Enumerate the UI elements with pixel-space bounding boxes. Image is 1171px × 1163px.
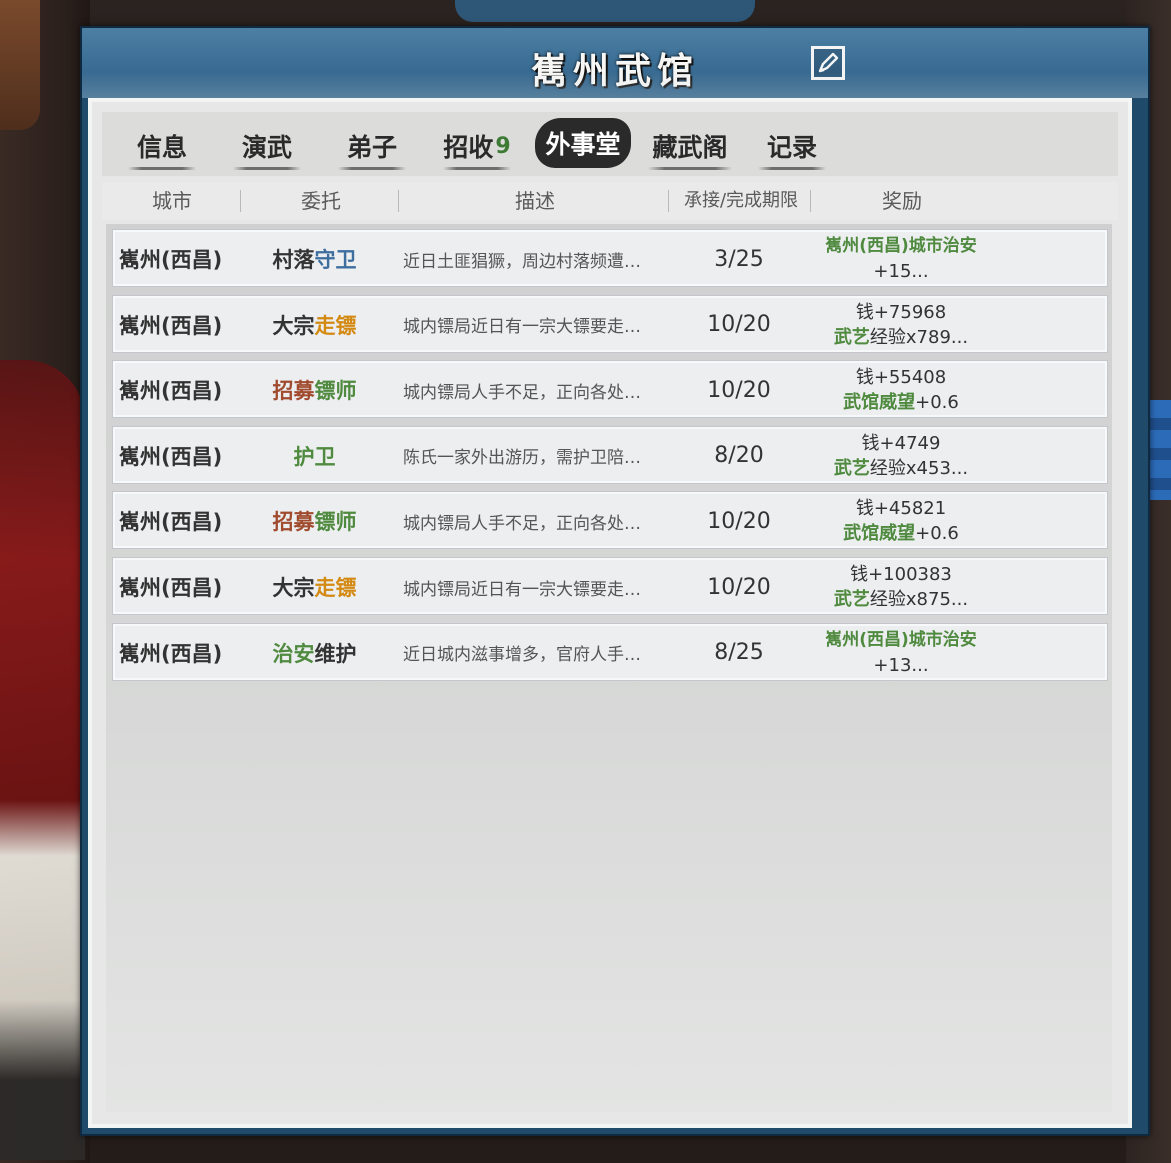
reward-line: 嶲州(西昌)城市治安 — [825, 236, 977, 256]
tab-recruit[interactable]: 招收 9 — [437, 120, 517, 172]
row-description: 城内镖局人手不足，正向各处… — [403, 382, 641, 403]
column-divider — [240, 190, 241, 212]
row-description: 近日土匪猖獗，周边村落频遭… — [403, 251, 641, 272]
page-title: 嶲州武馆 — [530, 51, 699, 92]
reward-line: 钱+4749 — [861, 432, 941, 454]
tab-label: 信息 — [136, 133, 187, 162]
martial-hall-panel: 嶲州武馆 信息 演武 弟子 招收 9 外事堂 藏武阁 记录 城市 委托 描述 承接… — [80, 26, 1150, 1136]
row-commission-name: 治安 维护 — [272, 641, 357, 666]
row-commission-name: 大宗 走镖 — [272, 576, 357, 600]
table-row[interactable]: 嶲州(西昌) 大宗 走镖 城内镖局近日有一宗大镖要走… 10/20 钱+100383 武艺经… — [112, 557, 1108, 615]
column-header-deadline: 承接/完成期限 — [683, 190, 799, 211]
tab-martial-library[interactable]: 藏武阁 — [642, 120, 738, 172]
tab-label: 招收 — [443, 133, 494, 162]
tab-bar: 信息 演武 弟子 招收 9 外事堂 藏武阁 记录 — [102, 112, 1118, 176]
row-commission-name: 大宗 走镖 — [272, 313, 357, 338]
row-deadline: 8/25 — [714, 640, 764, 666]
row-city: 嶲州(西昌) — [119, 641, 223, 666]
table-row[interactable]: 嶲州(西昌) 村落 守卫 近日土匪猖獗，周边村落频遭… 3/25 嶲州(西昌)城市治安 +1… — [112, 229, 1108, 287]
reward-line: 钱+100383 — [850, 564, 952, 585]
table-row[interactable]: 嶲州(西昌) 招募 镖师 城内镖局人手不足，正向各处… 10/20 钱+55408 武馆威望… — [112, 360, 1108, 419]
tab-records[interactable]: 记录 — [752, 120, 832, 172]
row-city: 嶲州(西昌) — [119, 510, 223, 535]
column-header-description: 描述 — [515, 189, 555, 213]
row-city: 嶲州(西昌) — [119, 248, 223, 272]
edit-icon — [818, 52, 839, 73]
reward-line: 嶲州(西昌)城市治安 — [825, 629, 977, 650]
right-edge-decoration — [1149, 400, 1171, 500]
tab-info[interactable]: 信息 — [122, 120, 202, 172]
tab-label: 记录 — [766, 133, 817, 162]
row-deadline: 8/20 — [714, 443, 764, 469]
row-city: 嶲州(西昌) — [119, 576, 223, 600]
reward-line: 武馆威望+0.6 — [843, 392, 959, 414]
row-deadline: 3/25 — [714, 246, 764, 272]
edit-button[interactable] — [811, 46, 845, 80]
column-divider — [668, 190, 669, 212]
panel-header: 嶲州武馆 — [82, 28, 1148, 98]
row-commission-name: 招募 镖师 — [272, 379, 357, 404]
tab-label: 弟子 — [346, 133, 397, 162]
row-city: 嶲州(西昌) — [119, 444, 223, 469]
reward-line: 钱+75968 — [855, 301, 947, 323]
character-figure — [0, 360, 85, 1160]
column-divider — [810, 190, 811, 212]
row-deadline: 10/20 — [707, 508, 771, 534]
top-ornament — [455, 0, 755, 22]
tab-label: 外事堂 — [545, 130, 621, 159]
tab-external-affairs[interactable]: 外事堂 — [535, 118, 631, 168]
table-row[interactable]: 嶲州(西昌) 治安 维护 近日城内滋事增多，官府人手… 8/25 嶲州(西昌)城市治安 +1… — [112, 622, 1108, 682]
row-deadline: 10/20 — [707, 574, 771, 600]
reward-line: 武馆威望+0.6 — [843, 523, 959, 545]
row-description: 城内镖局人手不足，正向各处… — [403, 513, 641, 534]
tab-training[interactable]: 演武 — [227, 120, 307, 172]
table-row[interactable]: 嶲州(西昌) 招募 镖师 城内镖局人手不足，正向各处… 10/20 钱+45821 武馆威望… — [112, 491, 1108, 550]
row-description: 陈氏一家外出游历，需护卫陪… — [403, 448, 641, 469]
reward-line: 钱+55408 — [855, 367, 947, 389]
row-deadline: 10/20 — [707, 312, 771, 338]
reward-line: 武艺经验x789... — [833, 326, 969, 348]
row-description: 城内镖局近日有一宗大镖要走… — [403, 317, 641, 338]
column-header-reward: 奖励 — [882, 189, 922, 213]
row-commission-name: 护卫 — [293, 444, 336, 469]
tab-label: 演武 — [241, 133, 292, 162]
reward-line: +13... — [873, 654, 929, 676]
row-commission-name: 招募 镖师 — [272, 510, 357, 535]
recruit-count-badge: 9 — [495, 133, 511, 159]
column-header-commission: 委托 — [301, 189, 341, 213]
row-commission-name: 村落 守卫 — [272, 248, 357, 272]
row-reward: 钱+100383 武艺经验x875... — [803, 558, 999, 616]
reward-line: 武艺经验x875... — [833, 589, 969, 610]
column-divider — [398, 190, 399, 212]
reward-line: 钱+45821 — [855, 498, 947, 520]
row-city: 嶲州(西昌) — [119, 313, 223, 338]
row-description: 城内镖局近日有一宗大镖要走… — [403, 579, 641, 600]
row-reward: 嶲州(西昌)城市治安 +15... — [803, 230, 999, 288]
tab-label: 藏武阁 — [652, 133, 728, 162]
lantern-decoration — [0, 0, 40, 130]
table-row[interactable]: 嶲州(西昌) 护卫 陈氏一家外出游历，需护卫陪… 8/20 钱+4749 武艺经验x453… — [112, 425, 1108, 485]
row-reward: 钱+45821 武馆威望+0.6 — [803, 492, 999, 550]
commission-list: 嶲州(西昌) 村落 守卫 近日土匪猖獗，周边村落频遭… 3/25 嶲州(西昌)城市治安 +1… — [106, 224, 1112, 1112]
row-reward: 钱+55408 武馆威望+0.6 — [803, 361, 999, 419]
column-header-city: 城市 — [152, 189, 192, 213]
reward-line: +15... — [873, 261, 929, 282]
tab-disciples[interactable]: 弟子 — [332, 120, 412, 172]
row-reward: 嶲州(西昌)城市治安 +13... — [803, 624, 999, 682]
row-reward: 钱+75968 武艺经验x789... — [803, 296, 999, 354]
reward-line: 武艺经验x453... — [833, 457, 969, 479]
row-reward: 钱+4749 武艺经验x453... — [803, 427, 999, 485]
row-description: 近日城内滋事增多，官府人手… — [403, 645, 641, 666]
row-city: 嶲州(西昌) — [119, 379, 223, 404]
panel-body: 信息 演武 弟子 招收 9 外事堂 藏武阁 记录 城市 委托 描述 承接/完成期限… — [88, 98, 1132, 1128]
table-header: 城市 委托 描述 承接/完成期限 奖励 — [102, 182, 1118, 220]
row-deadline: 10/20 — [707, 377, 771, 403]
table-row[interactable]: 嶲州(西昌) 大宗 走镖 城内镖局近日有一宗大镖要走… 10/20 钱+75968 武艺经验… — [112, 294, 1108, 354]
